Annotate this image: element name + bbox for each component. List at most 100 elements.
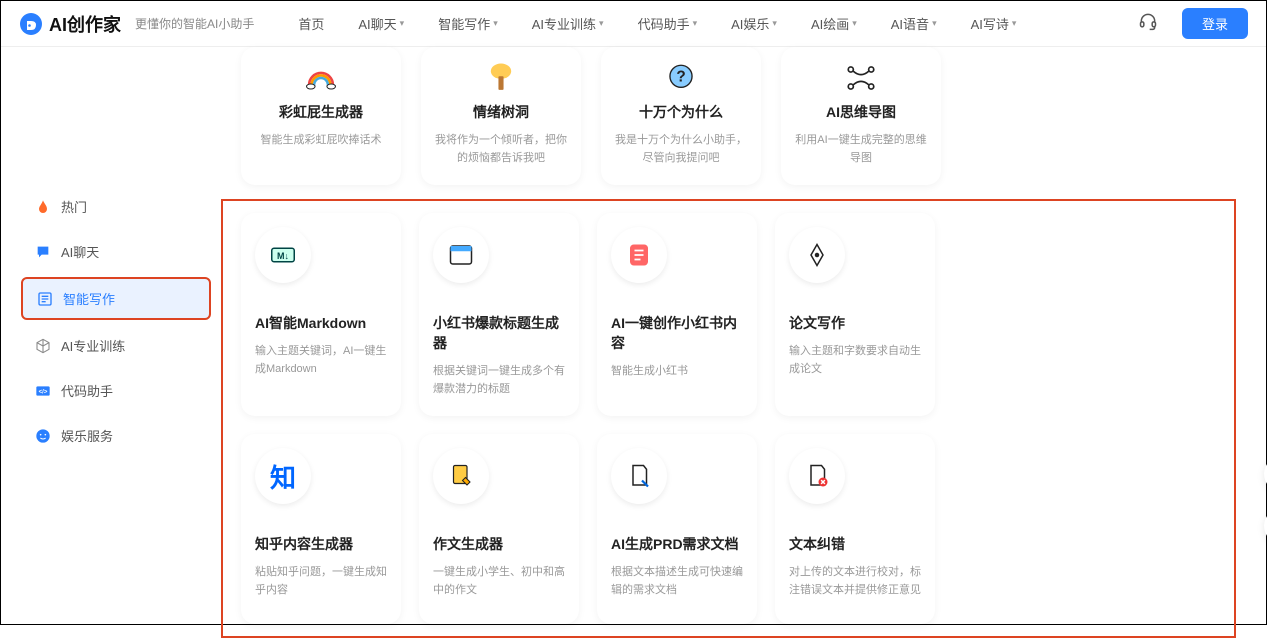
chevron-down-icon: ▾ [493,18,498,29]
card-desc: 根据文本描述生成可快速编辑的需求文档 [611,564,743,599]
nav-smart-writing[interactable]: 智能写作▾ [438,14,498,33]
card-why[interactable]: ? 十万个为什么 我是十万个为什么小助手，尽管向我提问吧 [601,47,761,185]
login-button[interactable]: 登录 [1182,8,1248,39]
fire-icon [35,199,51,215]
card-row-1: M↓ AI智能Markdown 输入主题关键词，AI一键生成Markdown 小… [241,213,1216,416]
card-xhs-title[interactable]: 小红书爆款标题生成器 根据关键词一键生成多个有爆款潜力的标题 [419,213,579,416]
nav-code-helper[interactable]: 代码助手▾ [638,14,698,33]
card-desc: 粘贴知乎问题，一键生成知乎内容 [255,564,387,599]
card-desc: 一键生成小学生、初中和高中的作文 [433,564,565,599]
chevron-down-icon: ▾ [1012,18,1017,29]
card-desc: 输入主题和字数要求自动生成论文 [789,343,921,378]
zhi-icon: 知 [255,448,311,504]
header-right: 登录 [1138,8,1248,39]
card-desc: 输入主题关键词，AI一键生成Markdown [255,343,387,378]
headset-icon[interactable] [1138,11,1158,36]
card-title: AI智能Markdown [255,313,366,333]
sidebar-item-hot[interactable]: 热门 [21,187,211,226]
sidebar-item-label: 娱乐服务 [61,426,113,445]
svg-text:M↓: M↓ [277,251,289,261]
card-title: 情绪树洞 [473,102,529,122]
mindmap-icon [844,61,878,102]
doc-pencil-icon [433,448,489,504]
card-desc: 利用AI一键生成完整的思维导图 [795,132,927,167]
nav-ai-entertainment[interactable]: AI娱乐▾ [731,14,777,33]
sidebar-item-smart-writing[interactable]: 智能写作 [21,277,211,320]
sidebar-item-entertainment[interactable]: 娱乐服务 [21,416,211,455]
chevron-down-icon: ▾ [599,18,604,29]
card-title: 作文生成器 [433,534,503,554]
doc-error-icon [789,448,845,504]
sidebar-item-label: 代码助手 [61,381,113,400]
card-xhs-content[interactable]: AI一键创作小红书内容 智能生成小红书 [597,213,757,416]
card-desc: 对上传的文本进行校对，标注错误文本并提供修正意见 [789,564,921,599]
window-icon [433,227,489,283]
markdown-icon: M↓ [255,227,311,283]
card-desc: 智能生成彩虹屁吹捧话术 [261,132,382,150]
sidebar-item-code-helper[interactable]: </> 代码助手 [21,371,211,410]
card-thesis[interactable]: 论文写作 输入主题和字数要求自动生成论文 [775,213,935,416]
nav-ai-training[interactable]: AI专业训练▾ [532,14,604,33]
sidebar-item-label: AI聊天 [61,242,99,261]
card-essay[interactable]: 作文生成器 一键生成小学生、初中和高中的作文 [419,434,579,624]
card-title: 彩虹屁生成器 [279,102,363,122]
pen-icon [789,227,845,283]
sidebar-item-label: 热门 [61,197,87,216]
brand-logo-icon [19,12,43,36]
card-title: 十万个为什么 [639,102,723,122]
nav-ai-drawing[interactable]: AI绘画▾ [811,14,857,33]
top-card-row: 彩虹屁生成器 智能生成彩虹屁吹捧话术 情绪树洞 我将作为一个倾听者，把你的烦恼都… [221,47,1236,185]
logo-area[interactable]: AI创作家 [19,11,121,37]
card-row-2: 知 知乎内容生成器 粘贴知乎问题，一键生成知乎内容 作文生成器 一键生成小学生、… [241,434,1216,624]
edit-icon [37,291,53,307]
tree-icon [484,61,518,102]
card-ai-markdown[interactable]: M↓ AI智能Markdown 输入主题关键词，AI一键生成Markdown [241,213,401,416]
chevron-down-icon: ▾ [772,18,777,29]
nav-ai-voice[interactable]: AI语音▾ [891,14,937,33]
chevron-down-icon: ▾ [693,18,698,29]
card-title: AI生成PRD需求文档 [611,534,739,554]
sidebar-item-label: AI专业训练 [61,336,125,355]
card-desc: 我是十万个为什么小助手，尽管向我提问吧 [615,132,747,167]
card-text-correct[interactable]: 文本纠错 对上传的文本进行校对，标注错误文本并提供修正意见 [775,434,935,624]
sidebar-item-ai-training[interactable]: AI专业训练 [21,326,211,365]
chevron-down-icon: ▾ [932,18,937,29]
card-title: AI一键创作小红书内容 [611,313,743,353]
card-prd[interactable]: AI生成PRD需求文档 根据文本描述生成可快速编辑的需求文档 [597,434,757,624]
card-zhihu[interactable]: 知 知乎内容生成器 粘贴知乎问题，一键生成知乎内容 [241,434,401,624]
chat-icon [35,244,51,260]
card-desc: 智能生成小红书 [611,363,688,381]
card-desc: 根据关键词一键生成多个有爆款潜力的标题 [433,363,565,398]
card-title: 论文写作 [789,313,845,333]
main-content: 彩虹屁生成器 智能生成彩虹屁吹捧话术 情绪树洞 我将作为一个倾听者，把你的烦恼都… [211,47,1266,624]
chevron-down-icon: ▾ [852,18,857,29]
card-mindmap[interactable]: AI思维导图 利用AI一键生成完整的思维导图 [781,47,941,185]
sidebar-item-label: 智能写作 [63,289,115,308]
card-emotion-tree[interactable]: 情绪树洞 我将作为一个倾听者，把你的烦恼都告诉我吧 [421,47,581,185]
card-title: 文本纠错 [789,534,845,554]
top-nav: 首页 AI聊天▾ 智能写作▾ AI专业训练▾ 代码助手▾ AI娱乐▾ AI绘画▾… [298,14,1016,33]
brand-tagline: 更懂你的智能AI小助手 [135,15,254,32]
header: AI创作家 更懂你的智能AI小助手 首页 AI聊天▾ 智能写作▾ AI专业训练▾… [1,1,1266,47]
cube-icon [35,338,51,354]
nav-home[interactable]: 首页 [298,14,324,33]
doc-edit-icon [611,448,667,504]
card-title: 小红书爆款标题生成器 [433,313,565,353]
card-title: 知乎内容生成器 [255,534,353,554]
code-icon: </> [35,383,51,399]
card-desc: 我将作为一个倾听者，把你的烦恼都告诉我吧 [435,132,567,167]
brand-name: AI创作家 [49,11,121,37]
chevron-down-icon: ▾ [400,18,405,29]
question-icon: ? [664,61,698,102]
svg-text:</>: </> [39,389,48,395]
nav-ai-poem[interactable]: AI写诗▾ [971,14,1017,33]
sidebar: 热门 AI聊天 智能写作 AI专业训练 </> 代码助手 娱乐服务 [1,47,211,624]
nav-ai-chat[interactable]: AI聊天▾ [358,14,404,33]
sidebar-item-ai-chat[interactable]: AI聊天 [21,232,211,271]
smile-icon [35,428,51,444]
note-red-icon [611,227,667,283]
rainbow-icon [304,61,338,102]
card-rainbow-generator[interactable]: 彩虹屁生成器 智能生成彩虹屁吹捧话术 [241,47,401,185]
svg-text:?: ? [676,68,685,85]
card-title: AI思维导图 [826,102,896,122]
